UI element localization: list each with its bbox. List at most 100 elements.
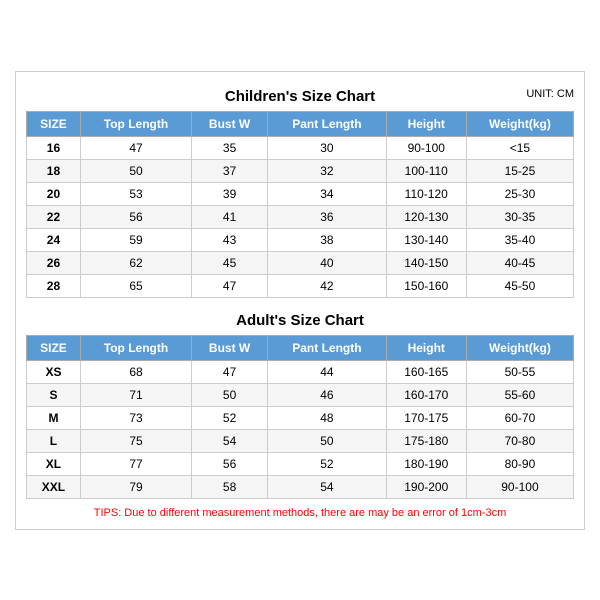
size-cell: 28 [27,274,81,297]
children-row: 20533934110-12025-30 [27,182,574,205]
data-cell: 15-25 [466,159,573,182]
data-cell: 190-200 [386,475,466,498]
data-cell: 32 [268,159,386,182]
adult-row: S715046160-17055-60 [27,383,574,406]
data-cell: 56 [192,452,268,475]
data-cell: 40-45 [466,251,573,274]
data-cell: 130-140 [386,228,466,251]
data-cell: 160-170 [386,383,466,406]
data-cell: 37 [192,159,268,182]
data-cell: 35 [192,136,268,159]
unit-label: UNIT: CM [526,88,574,100]
size-cell: 18 [27,159,81,182]
adult-row: XXL795854190-20090-100 [27,475,574,498]
data-cell: 42 [268,274,386,297]
col-weight: Weight(kg) [466,111,573,136]
data-cell: 77 [80,452,191,475]
data-cell: 54 [268,475,386,498]
data-cell: 80-90 [466,452,573,475]
children-row: 18503732100-11015-25 [27,159,574,182]
col-size: SIZE [27,111,81,136]
col-bust-w: Bust W [192,111,268,136]
data-cell: 50-55 [466,360,573,383]
data-cell: 160-165 [386,360,466,383]
data-cell: 43 [192,228,268,251]
data-cell: 53 [80,182,191,205]
children-header-row: SIZE Top Length Bust W Pant Length Heigh… [27,111,574,136]
data-cell: 36 [268,205,386,228]
data-cell: 44 [268,360,386,383]
data-cell: 50 [192,383,268,406]
data-cell: 59 [80,228,191,251]
data-cell: 50 [268,429,386,452]
children-size-table: SIZE Top Length Bust W Pant Length Heigh… [26,111,574,298]
data-cell: 65 [80,274,191,297]
size-cell: 24 [27,228,81,251]
children-row: 28654742150-16045-50 [27,274,574,297]
data-cell: 180-190 [386,452,466,475]
size-cell: L [27,429,81,452]
data-cell: 48 [268,406,386,429]
data-cell: 35-40 [466,228,573,251]
data-cell: 50 [80,159,191,182]
data-cell: 47 [192,274,268,297]
size-cell: M [27,406,81,429]
data-cell: 46 [268,383,386,406]
adult-size-table: SIZE Top Length Bust W Pant Length Heigh… [26,335,574,499]
data-cell: 52 [192,406,268,429]
adult-row: XS684744160-16550-55 [27,360,574,383]
data-cell: 71 [80,383,191,406]
size-cell: 16 [27,136,81,159]
data-cell: 110-120 [386,182,466,205]
size-chart-wrapper: Children's Size Chart UNIT: CM SIZE Top … [15,71,585,530]
children-title-text: Children's Size Chart [225,88,375,105]
children-row: 1647353090-100<15 [27,136,574,159]
data-cell: 45-50 [466,274,573,297]
data-cell: 45 [192,251,268,274]
data-cell: 175-180 [386,429,466,452]
data-cell: 79 [80,475,191,498]
adult-col-weight: Weight(kg) [466,335,573,360]
data-cell: 30-35 [466,205,573,228]
data-cell: 170-175 [386,406,466,429]
adult-title-text: Adult's Size Chart [236,312,364,329]
data-cell: 25-30 [466,182,573,205]
data-cell: 68 [80,360,191,383]
data-cell: 34 [268,182,386,205]
data-cell: 40 [268,251,386,274]
data-cell: 150-160 [386,274,466,297]
adult-title: Adult's Size Chart [26,306,574,331]
size-cell: 22 [27,205,81,228]
data-cell: 47 [192,360,268,383]
size-cell: 20 [27,182,81,205]
col-top-length: Top Length [80,111,191,136]
data-cell: 90-100 [386,136,466,159]
col-pant-length: Pant Length [268,111,386,136]
data-cell: 90-100 [466,475,573,498]
data-cell: 75 [80,429,191,452]
data-cell: 47 [80,136,191,159]
size-cell: 26 [27,251,81,274]
size-cell: XXL [27,475,81,498]
data-cell: 38 [268,228,386,251]
adult-col-height: Height [386,335,466,360]
data-cell: 73 [80,406,191,429]
size-cell: S [27,383,81,406]
data-cell: 120-130 [386,205,466,228]
data-cell: 70-80 [466,429,573,452]
data-cell: 58 [192,475,268,498]
size-cell: XL [27,452,81,475]
data-cell: 60-70 [466,406,573,429]
col-height: Height [386,111,466,136]
data-cell: 62 [80,251,191,274]
size-cell: XS [27,360,81,383]
data-cell: 39 [192,182,268,205]
data-cell: 54 [192,429,268,452]
tips-text: TIPS: Due to different measurement metho… [26,507,574,519]
adult-col-size: SIZE [27,335,81,360]
data-cell: 30 [268,136,386,159]
children-title: Children's Size Chart UNIT: CM [26,82,574,107]
data-cell: 41 [192,205,268,228]
data-cell: 100-110 [386,159,466,182]
adult-col-pant-length: Pant Length [268,335,386,360]
